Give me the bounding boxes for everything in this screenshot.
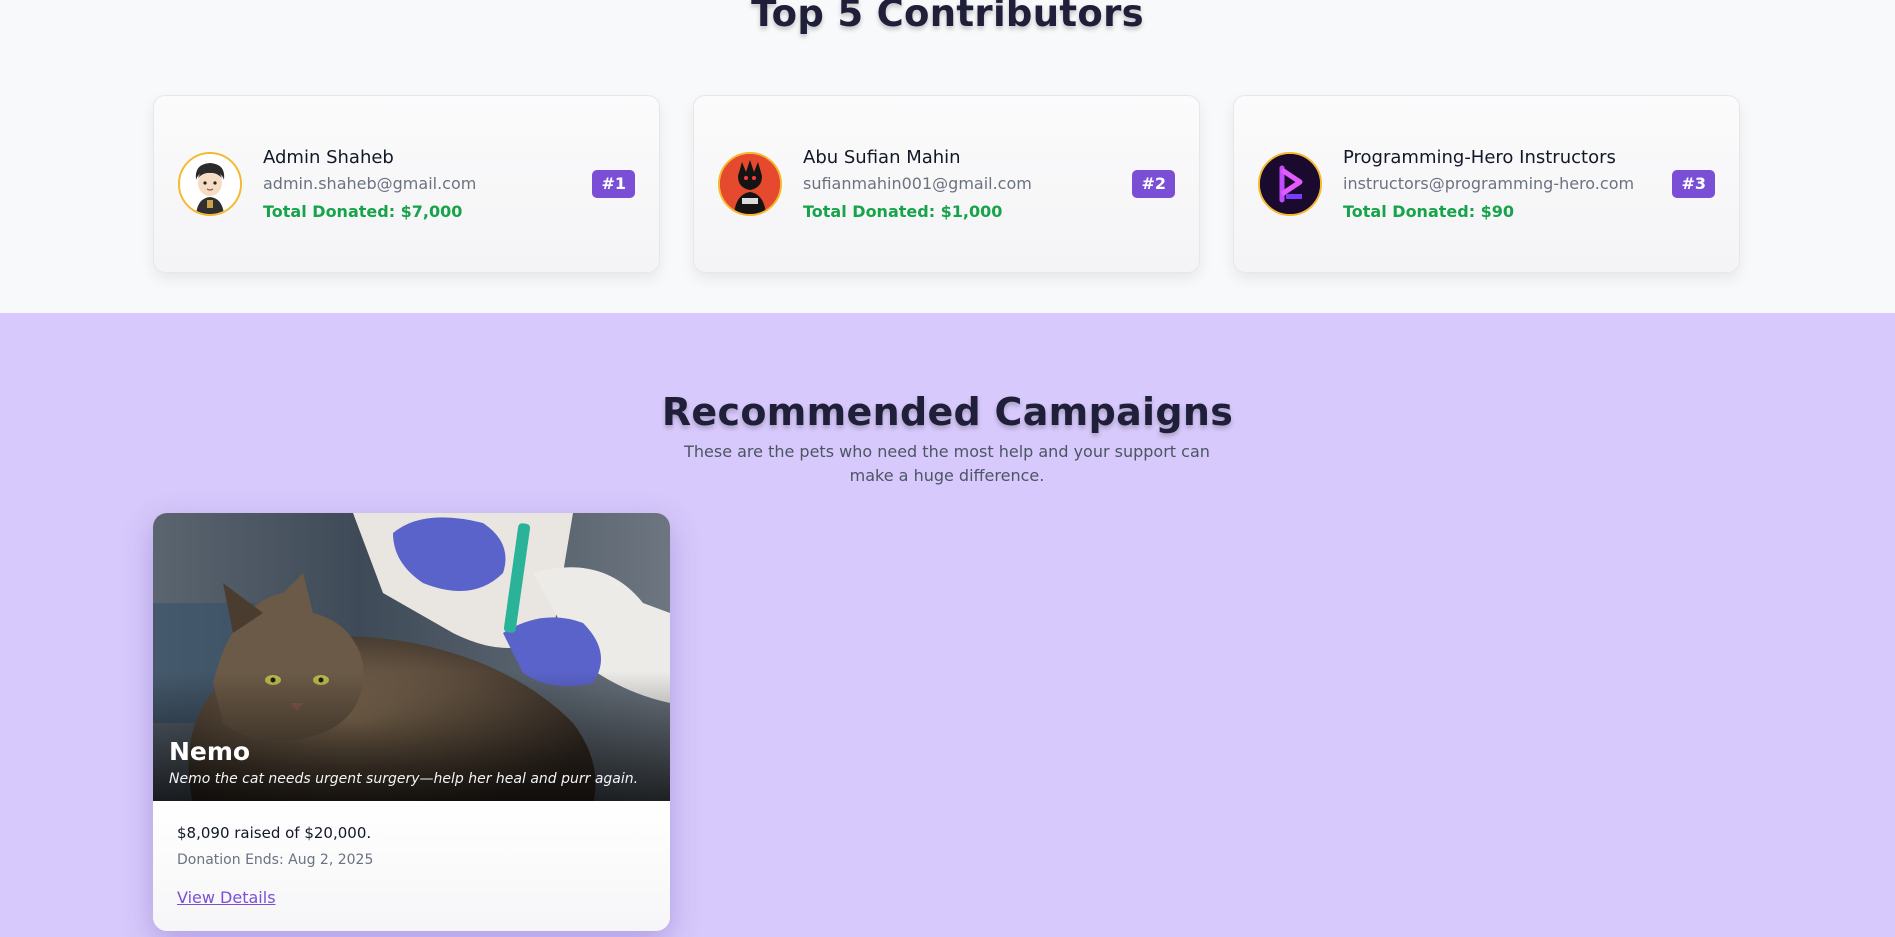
recommended-campaigns-section: Recommended Campaigns These are the pets…	[0, 313, 1895, 937]
contributor-name: Admin Shaheb	[263, 147, 394, 168]
contributor-card: Programming-Hero Instructors instructors…	[1233, 95, 1740, 273]
programming-hero-logo-icon	[1260, 154, 1320, 214]
avatar	[178, 152, 242, 216]
view-details-link[interactable]: View Details	[177, 888, 276, 907]
campaign-end-date: Donation Ends: Aug 2, 2025	[177, 852, 374, 868]
recommended-subtitle: These are the pets who need the most hel…	[684, 442, 1210, 485]
rank-badge: #1	[592, 170, 635, 198]
cartoon-avatar-icon	[180, 154, 240, 214]
contributor-name: Abu Sufian Mahin	[803, 147, 961, 168]
avatar	[718, 152, 782, 216]
campaign-name: Nemo	[169, 737, 251, 766]
contributor-email: instructors@programming-hero.com	[1343, 174, 1635, 193]
contributor-total: Total Donated: $1,000	[803, 202, 1003, 221]
rank-badge: #3	[1672, 170, 1715, 198]
contributor-email: sufianmahin001@gmail.com	[803, 174, 1032, 193]
campaign-body: $8,090 raised of $20,000. Donation Ends:…	[153, 801, 670, 931]
top-contributors-section: Top 5 Contributors Admin Shaheb admin.sh…	[0, 0, 1895, 313]
recommended-title: Recommended Campaigns	[661, 390, 1234, 434]
campaign-card[interactable]: Nemo Nemo the cat needs urgent surgery—h…	[153, 513, 670, 931]
contributor-card: Abu Sufian Mahin sufianmahin001@gmail.co…	[693, 95, 1200, 273]
top-contributors-title: Top 5 Contributors	[751, 0, 1144, 35]
rank-badge: #2	[1132, 170, 1175, 198]
contributor-total: Total Donated: $7,000	[263, 202, 463, 221]
campaign-raised: $8,090 raised of $20,000.	[177, 824, 372, 842]
contributor-email: admin.shaheb@gmail.com	[263, 174, 477, 193]
contributor-card: Admin Shaheb admin.shaheb@gmail.com Tota…	[153, 95, 660, 273]
campaign-description: Nemo the cat needs urgent surgery—help h…	[169, 771, 639, 787]
contributor-total: Total Donated: $90	[1343, 202, 1515, 221]
contributor-name: Programming-Hero Instructors	[1343, 147, 1616, 168]
anime-avatar-icon	[720, 154, 780, 214]
avatar	[1258, 152, 1322, 216]
